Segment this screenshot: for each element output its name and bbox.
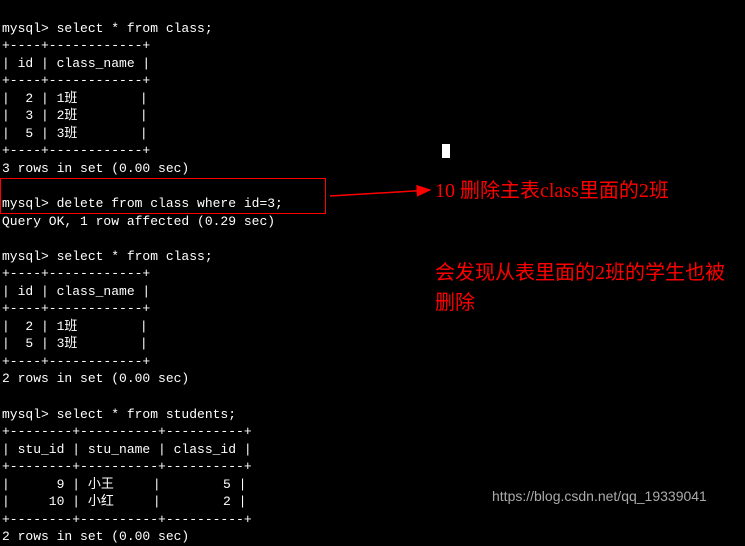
table-row: | 5 | 3班 |	[2, 126, 148, 141]
table-row: | 2 | 1班 |	[2, 319, 148, 334]
table-row: | 3 | 2班 |	[2, 108, 148, 123]
sql-query-select-class-1: mysql> select * from class;	[2, 21, 213, 36]
table-row: | 10 | 小红 | 2 |	[2, 494, 246, 509]
table-border: +----+------------+	[2, 73, 150, 88]
sql-query-delete: mysql> delete from class where id=3;	[2, 196, 283, 211]
table-row: | 9 | 小王 | 5 |	[2, 477, 246, 492]
table-border: +----+------------+	[2, 266, 150, 281]
table-border: +----+------------+	[2, 38, 150, 53]
text-cursor	[442, 144, 450, 158]
sql-query-select-class-2: mysql> select * from class;	[2, 249, 213, 264]
table-border: +----+------------+	[2, 354, 150, 369]
result-summary: 3 rows in set (0.00 sec)	[2, 161, 189, 176]
csdn-watermark: https://blog.csdn.net/qq_19339041	[492, 488, 707, 504]
query-ok: Query OK, 1 row affected (0.29 sec)	[2, 214, 275, 229]
table-border: +----+------------+	[2, 143, 150, 158]
table-border: +--------+----------+----------+	[2, 459, 252, 474]
table-header: | stu_id | stu_name | class_id |	[2, 442, 252, 457]
table-border: +--------+----------+----------+	[2, 512, 252, 527]
result-summary: 2 rows in set (0.00 sec)	[2, 529, 189, 544]
table-header: | id | class_name |	[2, 284, 150, 299]
annotation-step-10: 10 删除主表class里面的2班	[435, 176, 735, 206]
table-header: | id | class_name |	[2, 56, 150, 71]
table-border: +----+------------+	[2, 301, 150, 316]
table-row: | 5 | 3班 |	[2, 336, 148, 351]
table-border: +--------+----------+----------+	[2, 424, 252, 439]
sql-query-select-students: mysql> select * from students;	[2, 407, 236, 422]
annotation-observation: 会发现从表里面的2班的学生也被删除	[435, 258, 735, 318]
result-summary: 2 rows in set (0.00 sec)	[2, 371, 189, 386]
table-row: | 2 | 1班 |	[2, 91, 148, 106]
